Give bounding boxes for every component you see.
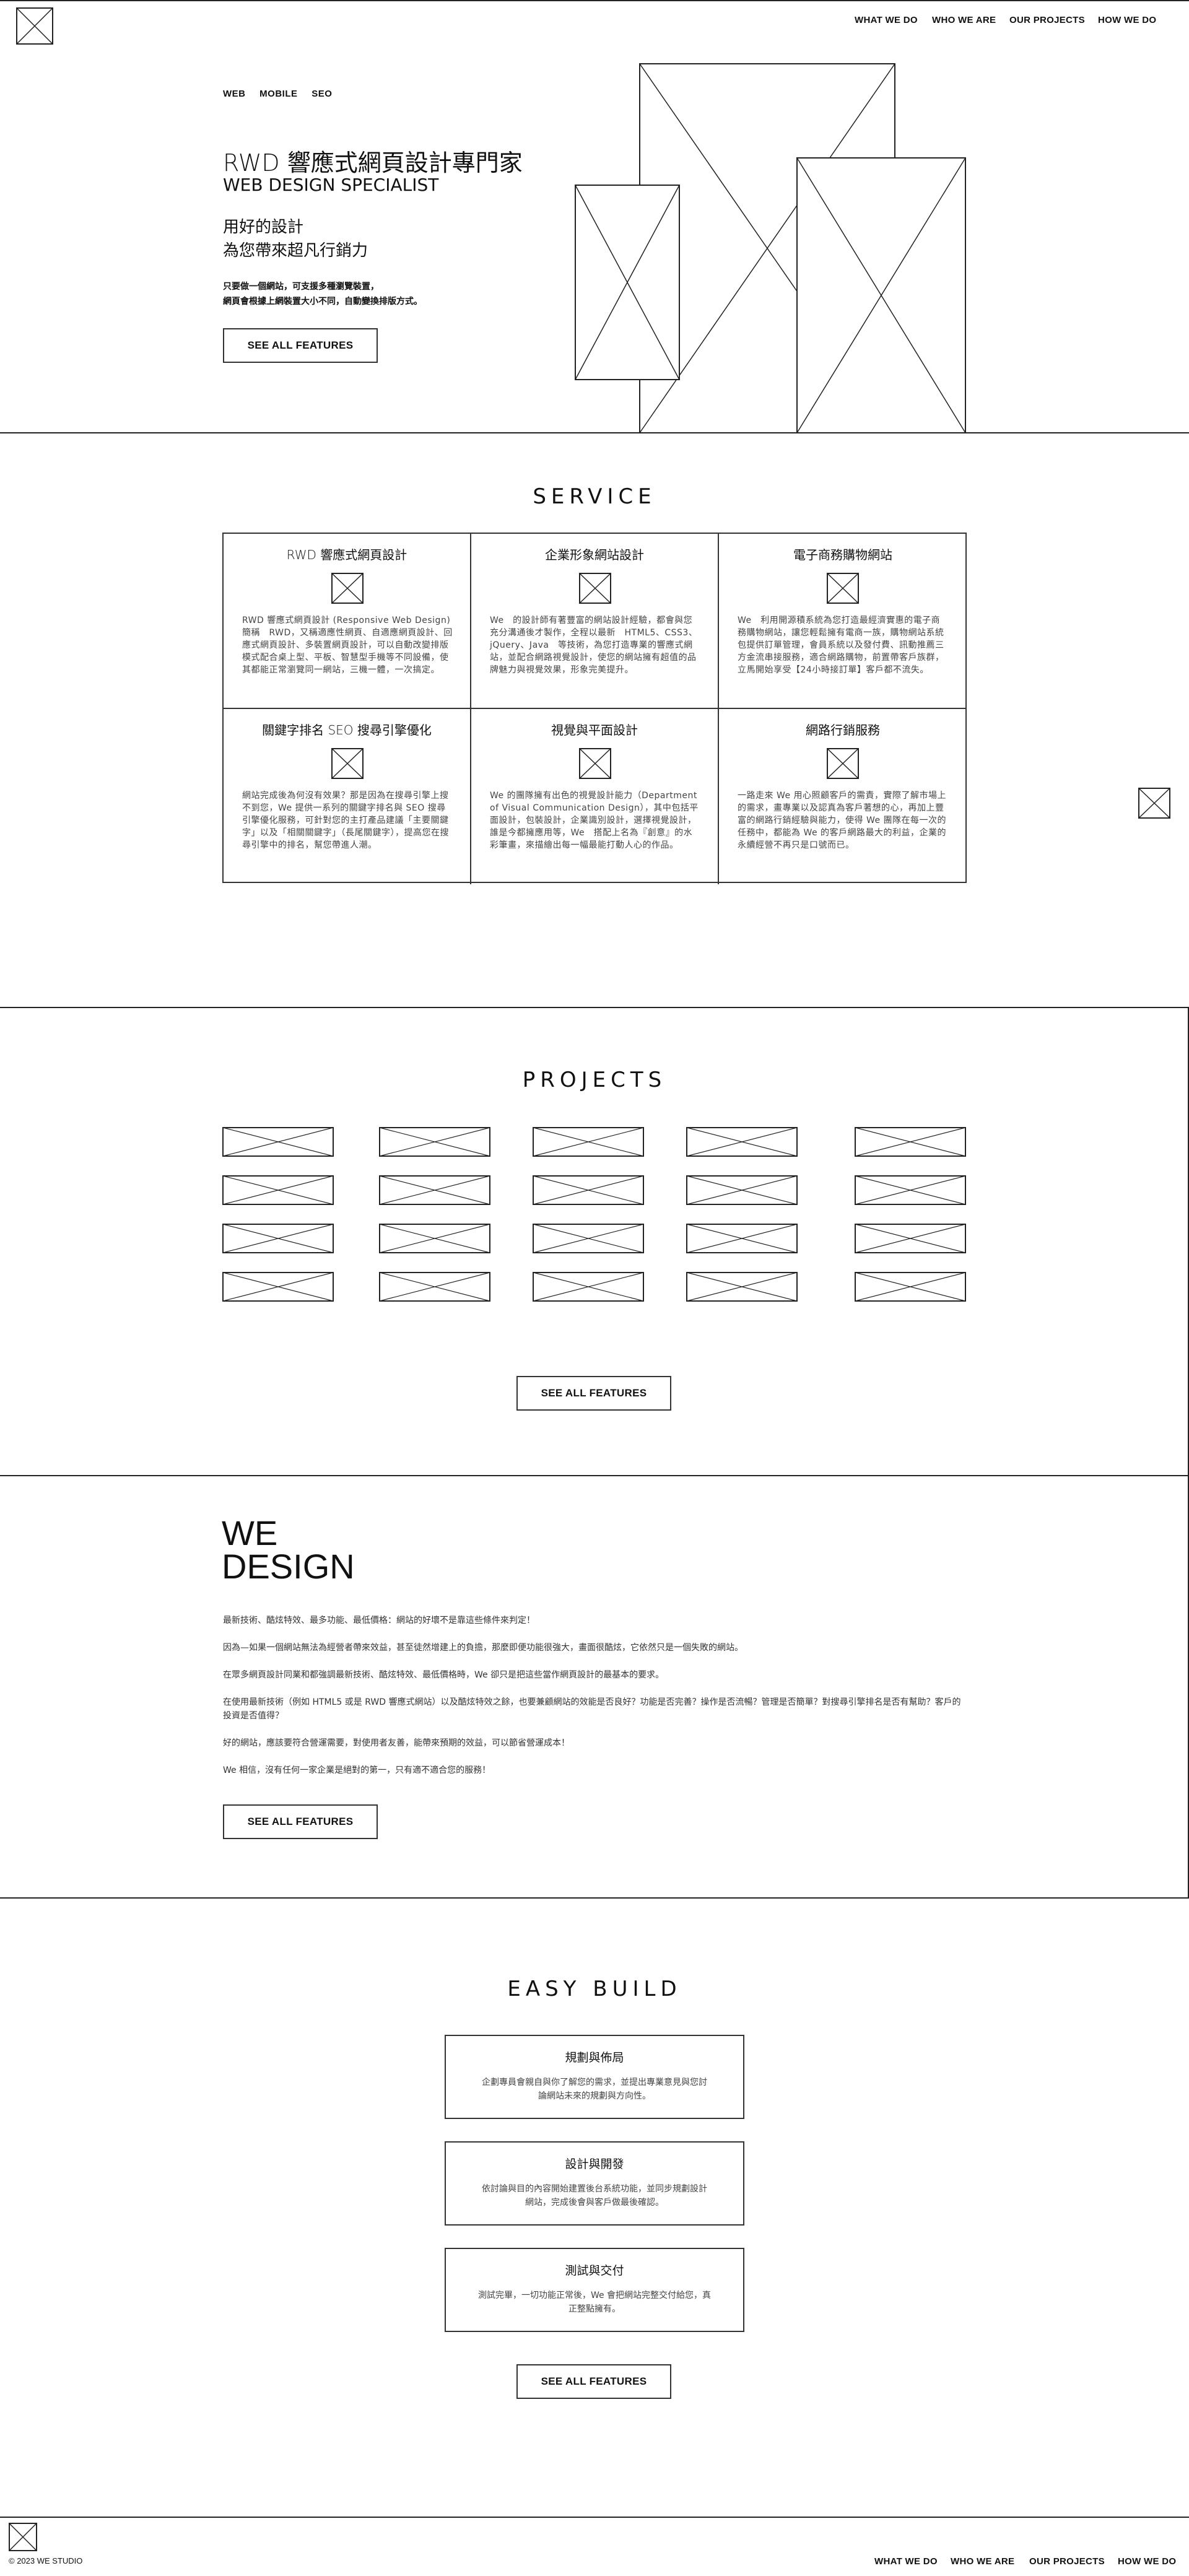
project-thumbnail[interactable] [686, 1224, 798, 1253]
project-thumbnail[interactable] [222, 1127, 334, 1157]
easy-build-step: 測試與交付 測試完畢，一切功能正常後，We 會把網站完整交付給您，真 正整點擁有。 [445, 2248, 744, 2332]
easy-build-step: 規劃與佈局 企劃專員會親自與你了解您的需求，並提出專業意見與您討 論網站未來的規劃… [445, 2035, 744, 2119]
projects-title: PROJECTS [522, 1068, 667, 1092]
easy-build-step-text: 測試完畢，一切功能正常後，We 會把網站完整交付給您，真 正整點擁有。 [477, 2291, 712, 2314]
nav-what-we-do[interactable]: WHAT WE DO [855, 15, 918, 25]
project-thumbnail[interactable] [379, 1127, 490, 1157]
service-card[interactable]: RWD 響應式網頁設計 RWD 響應式網頁設計 (Responsive Web … [224, 534, 471, 709]
we-design-line-1: WE [222, 1513, 278, 1552]
we-design-paragraph: 在眾多網頁設計同業和都強調最新技術、酷炫特效、最低價格時，We 卻只是把這些當作… [223, 1670, 664, 1680]
service-card-title: 電子商務購物網站 [793, 547, 892, 562]
footer-logo-placeholder[interactable] [9, 2523, 37, 2551]
service-card[interactable]: 關鍵字排名 SEO 搜尋引擎優化 網站完成後為何沒有效果？那是因為在搜尋引擎上搜… [224, 709, 471, 884]
service-card-title: RWD 響應式網頁設計 [286, 547, 407, 562]
service-card[interactable]: 企業形象網站設計 We 的設計師有著豐富的網站設計經驗，都會與您充分溝通後才製作… [471, 534, 719, 709]
footer-nav-who-we-are[interactable]: WHO WE ARE [951, 2556, 1014, 2567]
we-design-paragraph: We 相信，沒有任何一家企業是絕對的第一，只有適不適合您的服務！ [223, 1765, 491, 1775]
we-design-paragraph: 因為—如果一個網站無法為經營者帶來效益，甚至徒然增建上的負擔，那麼即便功能很強大… [223, 1643, 743, 1653]
project-thumbnail[interactable] [855, 1224, 966, 1253]
hero-image-placeholder-medium [796, 157, 966, 433]
we-design-see-all-button[interactable]: SEE ALL FEATURES [223, 1804, 378, 1839]
project-thumbnail[interactable] [222, 1175, 334, 1205]
project-thumbnail[interactable] [222, 1224, 334, 1253]
easy-build-step-title: 規劃與佈局 [565, 2051, 624, 2065]
hero-image-placeholder-small [575, 185, 680, 380]
we-design-line-2: DESIGN [222, 1547, 355, 1586]
service-card-text: 一路走來 We 用心照顧客戶的需責，實際了解市場上的需求，畫專業以及認真為客戶著… [738, 791, 947, 850]
project-thumbnail[interactable] [222, 1272, 334, 1302]
project-thumbnail[interactable] [379, 1224, 490, 1253]
easy-build-step-title: 設計與開發 [565, 2157, 624, 2171]
easy-build-title: EASY BUILD [507, 1977, 682, 2001]
footer-nav-what-we-do[interactable]: WHAT WE DO [874, 2556, 938, 2567]
nav-how-we-do[interactable]: HOW WE DO [1098, 15, 1156, 25]
footer-nav-our-projects[interactable]: OUR PROJECTS [1029, 2556, 1105, 2567]
project-thumbnail[interactable] [686, 1272, 798, 1302]
logo-placeholder[interactable] [16, 7, 53, 45]
floating-image-placeholder[interactable] [1138, 788, 1170, 819]
service-card-title: 企業形象網站設計 [545, 547, 644, 562]
project-thumbnail[interactable] [686, 1175, 798, 1205]
easy-build-step-text: 依討論與目的內容開始建置後台系統功能，並同步規劃設計 網站，完成後會與客戶做最後確… [482, 2184, 707, 2208]
service-card-text: We 利用開源積系統為您打造最經濟實惠的電子商務購物網站，讓您輕鬆擁有電商一族，… [738, 616, 944, 675]
project-thumbnail[interactable] [855, 1175, 966, 1205]
service-title: SERVICE [533, 484, 656, 509]
project-thumbnail[interactable] [533, 1175, 644, 1205]
project-thumbnail[interactable] [855, 1272, 966, 1302]
service-card-title: 網路行銷服務 [806, 723, 880, 738]
project-thumbnail[interactable] [533, 1127, 644, 1157]
nav-who-we-are[interactable]: WHO WE ARE [932, 15, 996, 25]
easy-build-step: 設計與開發 依討論與目的內容開始建置後台系統功能，並同步規劃設計 網站，完成後會與… [445, 2141, 744, 2226]
hero-tags: WEB MOBILE SEO [223, 89, 343, 99]
tag-seo: SEO [311, 89, 333, 99]
service-image-placeholder [579, 573, 611, 604]
service-card-text: We 的團隊擁有出色的視覺設計能力（Department of Visual C… [490, 791, 699, 850]
project-thumbnail[interactable] [379, 1272, 490, 1302]
we-design-paragraph: 最新技術、酷炫特效、最多功能、最低價格：網站的好壞不是靠這些條件來判定！ [223, 1616, 535, 1625]
hero-tagline-1: 用好的設計 [223, 218, 304, 237]
easy-build-step-title: 測試與交付 [565, 2264, 624, 2278]
tag-web: WEB [223, 89, 246, 99]
service-card-text: 網站完成後為何沒有效果？那是因為在搜尋引擎上搜不到您，We 提供一系列的關鍵字排… [242, 791, 449, 850]
projects-see-all-button[interactable]: SEE ALL FEATURES [516, 1376, 671, 1411]
footer-nav-how-we-do[interactable]: HOW WE DO [1118, 2556, 1176, 2567]
hero-desc-1: 只要做一個網站，可支援多種瀏覽裝置， [223, 282, 379, 292]
project-thumbnail[interactable] [533, 1272, 644, 1302]
hero-tagline-2: 為您帶來超凡行銷力 [223, 242, 368, 260]
hero-title: RWD 響應式網頁設計專門家 [223, 149, 523, 176]
hero-desc-2: 網頁會根據上網裝置大小不同，自動變換排版方式。 [223, 297, 422, 307]
service-image-placeholder [331, 573, 364, 604]
service-card[interactable]: 視覺與平面設計 We 的團隊擁有出色的視覺設計能力（Department of … [471, 709, 719, 884]
project-thumbnail[interactable] [379, 1175, 490, 1205]
project-thumbnail[interactable] [686, 1127, 798, 1157]
service-card-text: RWD 響應式網頁設計 (Responsive Web Design) 簡稱 R… [242, 616, 453, 675]
service-grid: RWD 響應式網頁設計 RWD 響應式網頁設計 (Responsive Web … [222, 533, 967, 884]
nav-our-projects[interactable]: OUR PROJECTS [1009, 15, 1085, 25]
we-design-paragraph: 在使用最新技術（例如 HTML5 或是 RWD 響應式網站）以及酷炫特效之餘，也… [223, 1697, 961, 1721]
service-image-placeholder [827, 573, 859, 604]
easy-build-step-text: 企劃專員會親自與你了解您的需求，並提出專業意見與您討 論網站未來的規劃與方向性。 [482, 2078, 707, 2101]
service-card[interactable]: 網路行銷服務 一路走來 We 用心照顧客戶的需責，實際了解市場上的需求，畫專業以… [719, 709, 967, 884]
hero-subtitle: WEB DESIGN SPECIALIST [223, 175, 439, 195]
service-card-title: 視覺與平面設計 [551, 723, 638, 738]
tag-mobile: MOBILE [259, 89, 298, 99]
service-image-placeholder [331, 748, 364, 779]
service-card-text: We 的設計師有著豐富的網站設計經驗，都會與您充分溝通後才製作，全程以最新 HT… [490, 616, 698, 675]
service-card[interactable]: 電子商務購物網站 We 利用開源積系統為您打造最經濟實惠的電子商務購物網站，讓您… [719, 534, 967, 709]
service-card-title: 關鍵字排名 SEO 搜尋引擎優化 [262, 723, 432, 738]
copyright-text: © 2023 WE STUDIO [9, 2556, 83, 2565]
easy-build-see-all-button[interactable]: SEE ALL FEATURES [516, 2364, 671, 2399]
service-image-placeholder [827, 748, 859, 779]
project-thumbnail[interactable] [855, 1127, 966, 1157]
project-thumbnail[interactable] [533, 1224, 644, 1253]
hero-see-all-button[interactable]: SEE ALL FEATURES [223, 328, 378, 363]
service-image-placeholder [579, 748, 611, 779]
we-design-paragraph: 好的網站，應該要符合營運需要，對使用者友善，能帶來預期的效益，可以節省營運成本！ [223, 1738, 570, 1748]
